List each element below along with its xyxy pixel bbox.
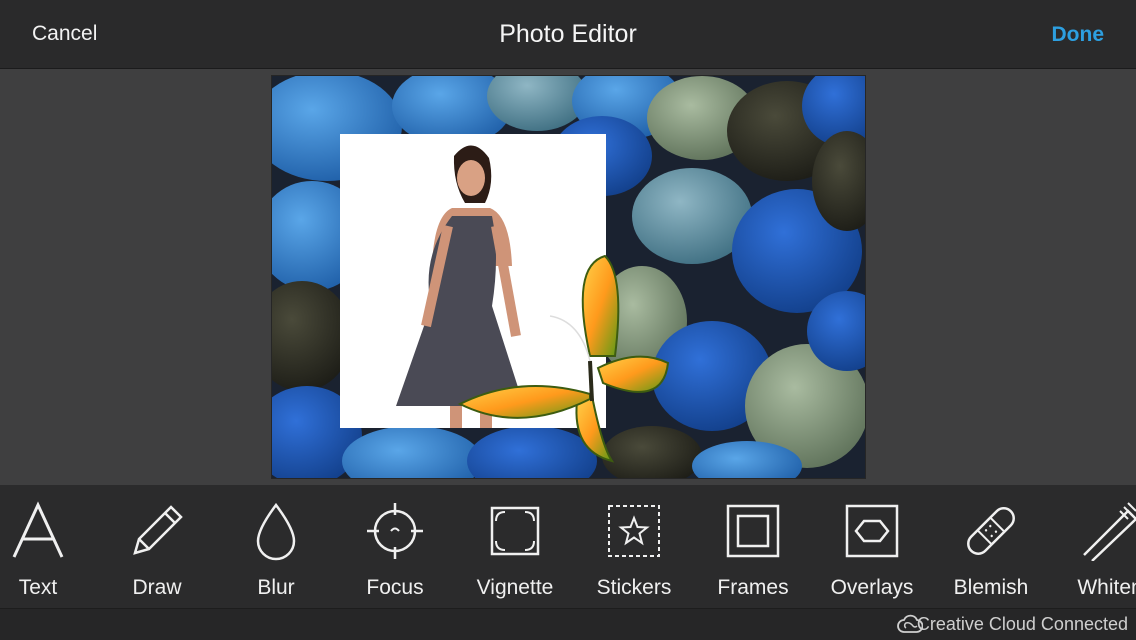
- tool-overlays[interactable]: Overlays: [812, 485, 932, 608]
- tool-vignette[interactable]: Vignette: [455, 485, 575, 608]
- top-bar: Cancel Photo Editor Done: [0, 0, 1136, 69]
- bandage-icon: [967, 507, 1015, 555]
- sticker-star-icon: [608, 505, 660, 557]
- tool-label: Text: [18, 576, 58, 599]
- tool-blur[interactable]: Blur: [216, 485, 336, 608]
- drop-icon: [256, 502, 296, 561]
- tool-stickers[interactable]: Stickers: [574, 485, 694, 608]
- tool-label: Whiten: [1077, 576, 1136, 599]
- tool-label: Draw: [132, 576, 182, 599]
- tool-whiten[interactable]: Whiten: [1050, 485, 1136, 608]
- tool-blemish[interactable]: Blemish: [931, 485, 1051, 608]
- hexagon-overlay-icon: [845, 504, 899, 558]
- toothbrush-icon: [1083, 502, 1136, 561]
- frame-icon: [726, 504, 780, 558]
- done-button[interactable]: Done: [1052, 23, 1105, 47]
- tool-label: Vignette: [476, 576, 554, 599]
- edited-photo: [272, 76, 865, 478]
- tool-label: Frames: [717, 576, 789, 599]
- tool-strip: Text Draw Blur Focus Vignette Stickers F…: [0, 485, 1136, 608]
- creative-cloud-status: Creative Cloud Connected: [916, 614, 1128, 634]
- tool-text[interactable]: Text: [0, 485, 98, 608]
- text-icon: [12, 501, 64, 558]
- tool-focus[interactable]: Focus: [335, 485, 455, 608]
- vignette-icon: [490, 506, 540, 556]
- page-title: Photo Editor: [499, 20, 637, 48]
- tool-label: Stickers: [596, 576, 672, 599]
- pencil-icon: [133, 505, 183, 555]
- status-bar: Creative Cloud Connected: [0, 608, 1136, 640]
- tool-label: Blur: [257, 576, 295, 599]
- tool-label: Blemish: [953, 576, 1029, 599]
- crosshair-icon: [367, 503, 423, 559]
- tool-label: Overlays: [830, 576, 914, 599]
- tool-frames[interactable]: Frames: [693, 485, 813, 608]
- tool-draw[interactable]: Draw: [97, 485, 217, 608]
- photo-canvas[interactable]: [271, 75, 866, 479]
- tool-label: Focus: [366, 576, 424, 599]
